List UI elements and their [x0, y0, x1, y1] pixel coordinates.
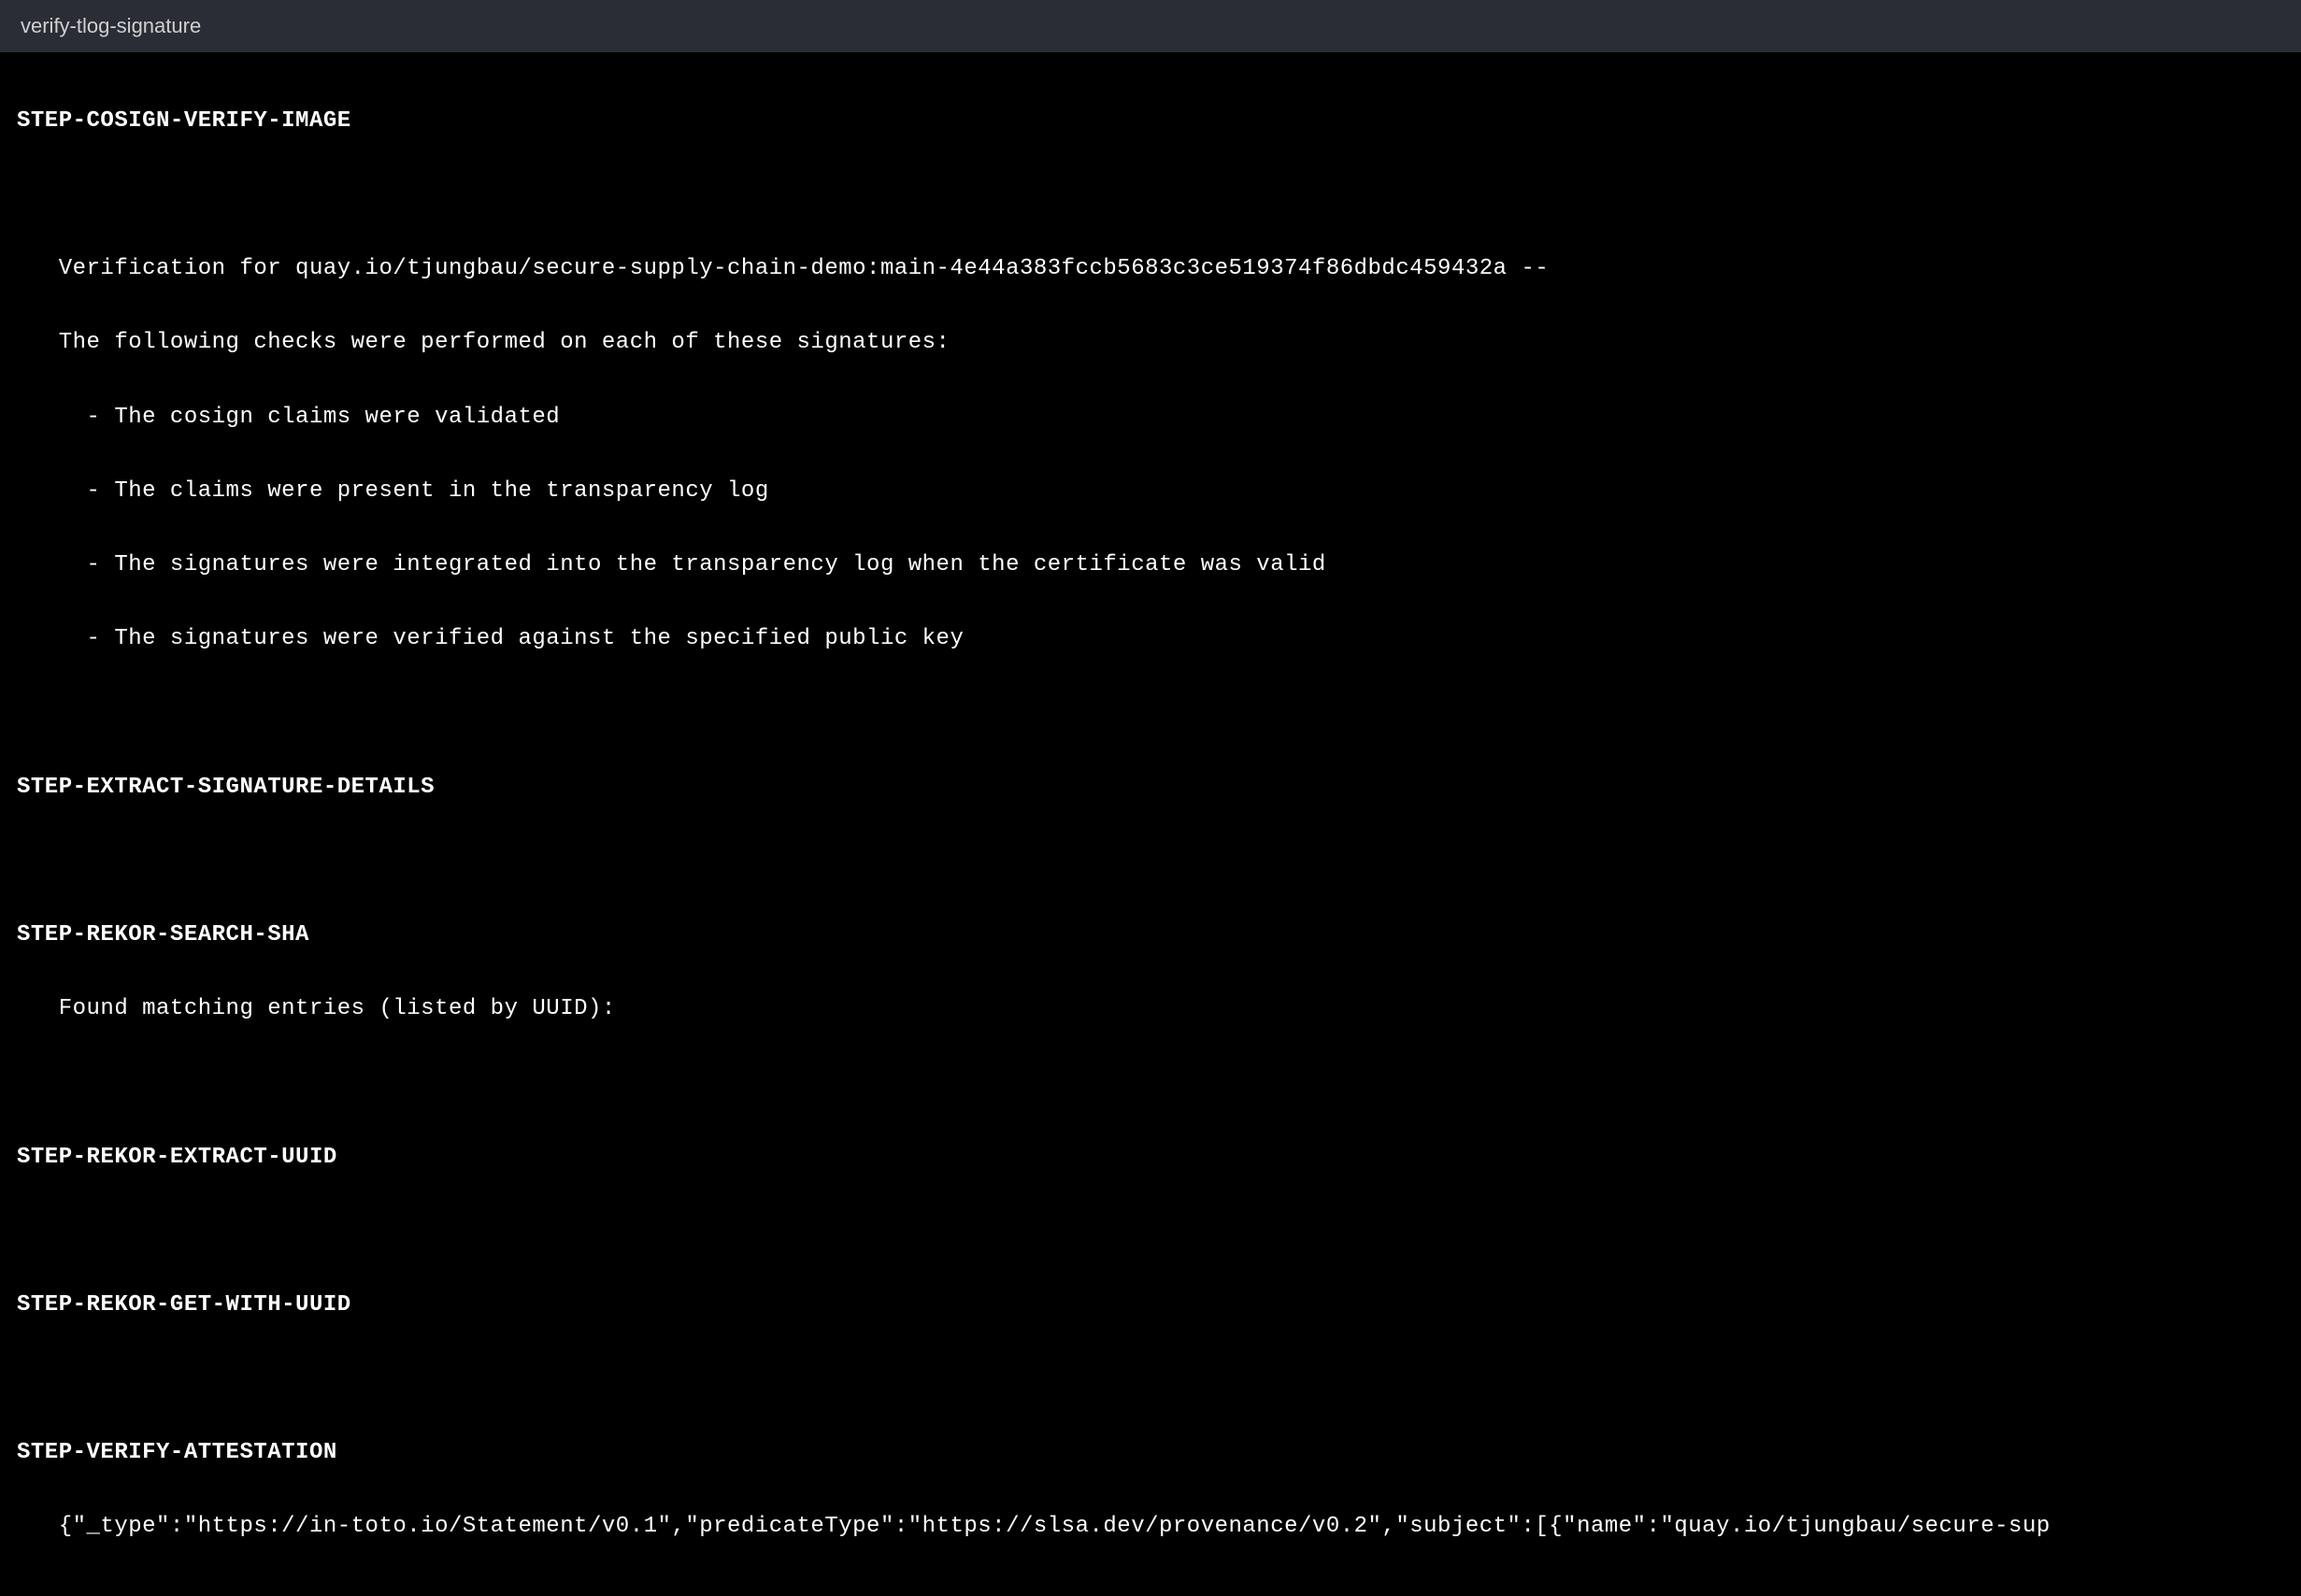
log-line: The following checks were performed on e…: [17, 324, 2284, 362]
step-header-rekor-get-with-uuid: STEP-REKOR-GET-WITH-UUID: [17, 1287, 2284, 1324]
log-output: STEP-COSIGN-VERIFY-IMAGE Verification fo…: [0, 52, 2301, 1595]
log-line: {"_type":"https://in-toto.io/Statement/v…: [17, 1508, 2284, 1546]
tab-bar: verify-tlog-signature: [0, 0, 2301, 52]
blank-line: [17, 694, 2284, 732]
log-line: Verification for quay.io/tjungbau/secure…: [17, 250, 2284, 288]
blank-line: [17, 843, 2284, 880]
step-header-verify-attestation: STEP-VERIFY-ATTESTATION: [17, 1434, 2284, 1472]
step-header-extract-signature-details: STEP-EXTRACT-SIGNATURE-DETAILS: [17, 769, 2284, 806]
step-header-rekor-search-sha: STEP-REKOR-SEARCH-SHA: [17, 917, 2284, 954]
log-line: Found matching entries (listed by UUID):: [17, 990, 2284, 1028]
blank-line: [17, 1064, 2284, 1102]
log-line: - The signatures were integrated into th…: [17, 547, 2284, 584]
step-header-rekor-extract-uuid: STEP-REKOR-EXTRACT-UUID: [17, 1139, 2284, 1176]
log-line: - The signatures were verified against t…: [17, 620, 2284, 658]
blank-line: [17, 1213, 2284, 1250]
blank-line: [17, 177, 2284, 214]
blank-line: [17, 1361, 2284, 1398]
tab-title[interactable]: verify-tlog-signature: [21, 14, 201, 37]
step-header-cosign-verify-image: STEP-COSIGN-VERIFY-IMAGE: [17, 103, 2284, 140]
log-line: - The cosign claims were validated: [17, 399, 2284, 436]
log-line: - The claims were present in the transpa…: [17, 473, 2284, 510]
